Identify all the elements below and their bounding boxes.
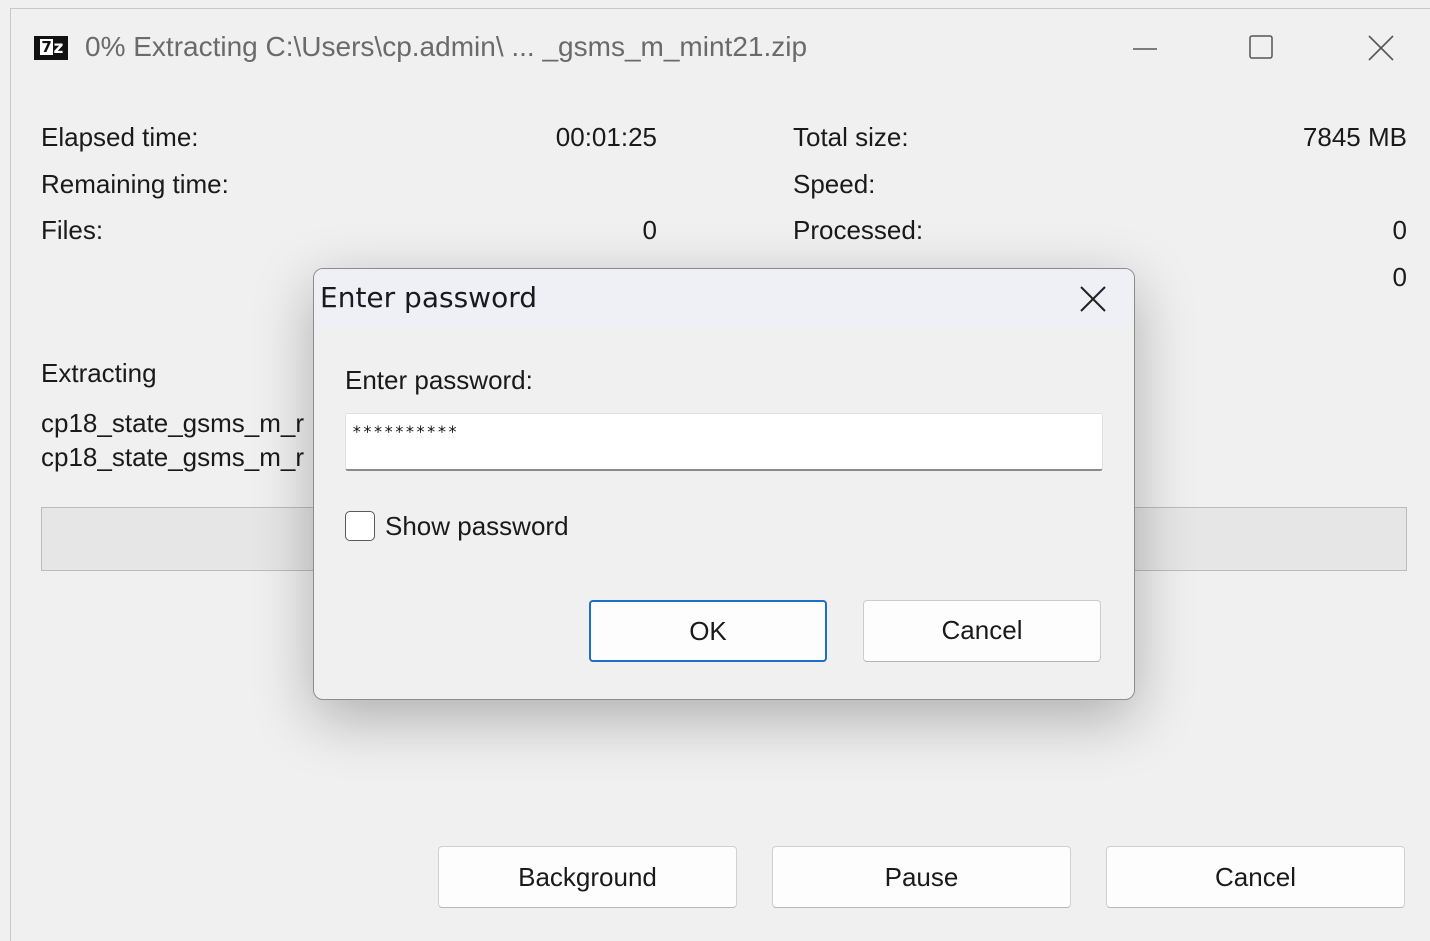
processed-label: Processed: bbox=[793, 215, 924, 245]
minimize-button[interactable] bbox=[1115, 27, 1175, 71]
title-bar[interactable]: 7z 0% Extracting C:\Users\cp.admin\ ... … bbox=[11, 9, 1430, 87]
dialog-close-button[interactable] bbox=[1066, 277, 1120, 321]
maximize-icon bbox=[1249, 35, 1273, 59]
7zip-app-icon: 7z bbox=[34, 36, 68, 60]
processed-value: 0 bbox=[1392, 215, 1407, 245]
dialog-cancel-button[interactable]: Cancel bbox=[863, 600, 1101, 662]
show-password-checkbox[interactable] bbox=[345, 511, 375, 541]
total-size-label: Total size: bbox=[793, 122, 909, 152]
close-icon bbox=[1080, 286, 1106, 312]
pause-button[interactable]: Pause bbox=[772, 846, 1071, 908]
compressed-size-value: 0 bbox=[1392, 262, 1407, 292]
password-input[interactable]: ********** bbox=[345, 413, 1103, 471]
extracting-label: Extracting bbox=[41, 358, 157, 388]
files-label: Files: bbox=[41, 215, 104, 245]
speed-label: Speed: bbox=[793, 169, 876, 199]
elapsed-time-label: Elapsed time: bbox=[41, 122, 199, 152]
ok-button[interactable]: OK bbox=[589, 600, 827, 662]
cancel-button[interactable]: Cancel bbox=[1106, 846, 1405, 908]
dialog-title: Enter password bbox=[320, 281, 537, 314]
files-value: 0 bbox=[642, 215, 657, 245]
total-size-value: 7845 MB bbox=[1302, 122, 1407, 152]
extracting-file: cp18_state_gsms_m_r bbox=[41, 442, 305, 472]
close-button[interactable] bbox=[1351, 27, 1411, 71]
elapsed-time-value: 00:01:25 bbox=[555, 122, 657, 152]
minimize-icon bbox=[1133, 48, 1157, 50]
dialog-title-bar[interactable]: Enter password bbox=[314, 269, 1134, 329]
extracting-file: cp18_state_gsms_m_r bbox=[41, 408, 305, 438]
password-dialog: Enter password Enter password: *********… bbox=[313, 268, 1135, 700]
background-button[interactable]: Background bbox=[438, 846, 737, 908]
remaining-time-label: Remaining time: bbox=[41, 169, 229, 199]
password-prompt-label: Enter password: bbox=[345, 365, 533, 395]
close-icon bbox=[1368, 35, 1394, 61]
window-title: 0% Extracting C:\Users\cp.admin\ ... _gs… bbox=[85, 31, 808, 62]
maximize-button[interactable] bbox=[1231, 27, 1291, 71]
show-password-label: Show password bbox=[385, 511, 569, 541]
